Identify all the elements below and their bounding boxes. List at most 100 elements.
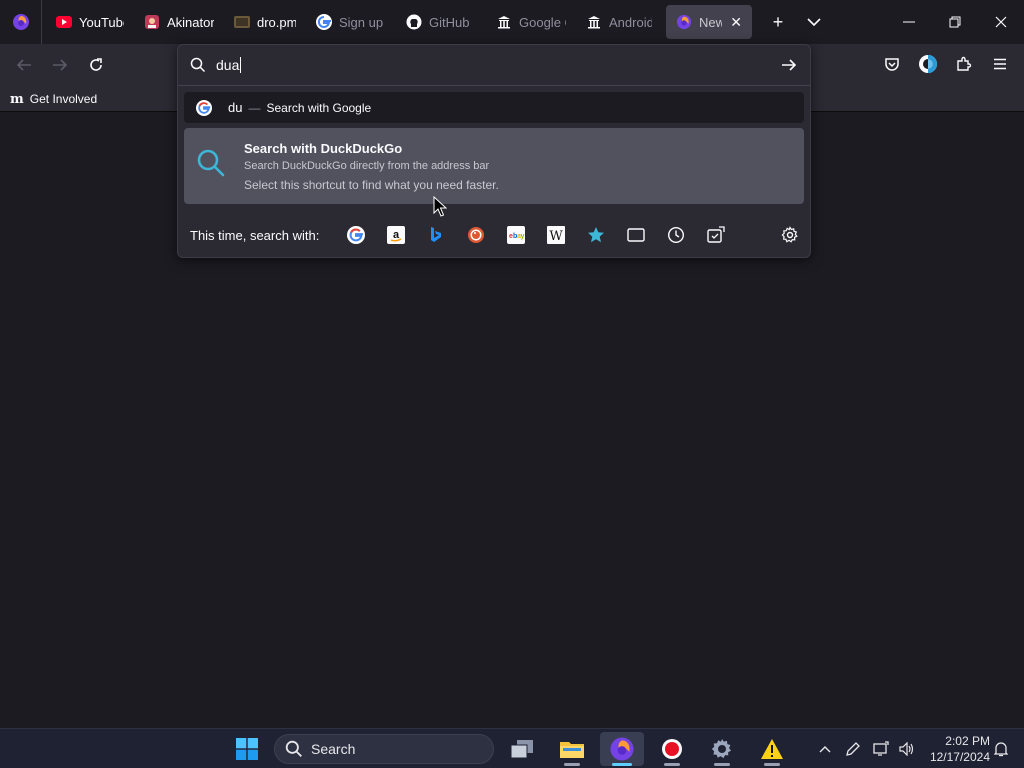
tabs-icon[interactable] [626, 225, 646, 245]
building-icon [496, 14, 512, 30]
list-all-tabs-button[interactable] [796, 5, 832, 39]
google-icon[interactable] [346, 225, 366, 245]
show-hidden-icons-chevron-up-icon[interactable] [816, 741, 834, 757]
minimize-button[interactable] [886, 0, 932, 44]
tab-youtube[interactable]: YouTube [46, 5, 134, 39]
account-button[interactable] [917, 53, 939, 75]
search-settings-gear-icon[interactable] [780, 225, 800, 245]
network-icon[interactable] [872, 741, 890, 757]
system-clock[interactable]: 2:02 PM 12/17/2024 [924, 733, 990, 765]
bing-icon[interactable] [426, 225, 446, 245]
tab-new-tab[interactable]: New T ✕ [666, 5, 752, 39]
one-off-search-engines: This time, search with: a ebay W [178, 218, 810, 252]
duckduckgo-icon[interactable] [466, 225, 486, 245]
suggestion-hint: Select this shortcut to find what you ne… [244, 178, 499, 192]
youtube-icon [56, 14, 72, 30]
google-icon [316, 14, 332, 30]
windows-logo-icon [236, 738, 258, 760]
suggestion-search-duckduckgo[interactable]: Search with DuckDuckGo Search DuckDuckGo… [184, 128, 804, 204]
actions-icon[interactable] [706, 225, 726, 245]
running-indicator [714, 763, 730, 766]
record-icon [662, 739, 682, 759]
tab-dropm[interactable]: dro.pm [224, 5, 306, 39]
tab-sign-up[interactable]: Sign up [306, 5, 396, 39]
tab-android[interactable]: Android [576, 5, 662, 39]
running-indicator [612, 763, 632, 766]
suggestion-subtitle: Search DuckDuckGo directly from the addr… [244, 160, 490, 172]
address-input-row[interactable]: dua [178, 45, 810, 85]
tab-label: Akinator [167, 14, 214, 30]
reload-icon [90, 58, 102, 71]
svg-text:W: W [549, 229, 563, 244]
go-button[interactable] [778, 55, 800, 75]
close-icon [995, 16, 1007, 28]
suggestion-search-google[interactable]: du — Search with Google [184, 92, 804, 123]
taskbar-task-view[interactable] [500, 732, 544, 766]
firefox-icon [12, 14, 29, 30]
running-indicator [564, 763, 580, 766]
svg-text:y: y [521, 233, 525, 240]
akinator-icon [144, 14, 160, 30]
puzzle-icon [957, 56, 972, 71]
tab-label: New T [699, 14, 723, 30]
tab-label: Android [609, 14, 652, 30]
bookmarks-star-icon[interactable] [586, 225, 606, 245]
search-icon [190, 57, 206, 73]
gear-icon [711, 739, 732, 759]
wikipedia-icon[interactable]: W [546, 225, 566, 245]
tab-label: dro.pm [257, 14, 296, 30]
minimize-icon [903, 21, 915, 23]
firefox-view-button[interactable] [0, 0, 42, 44]
pocket-button[interactable] [881, 53, 903, 75]
ebay-icon[interactable]: ebay [506, 225, 526, 245]
firefox-icon [676, 14, 692, 30]
back-button[interactable] [10, 52, 38, 78]
start-button[interactable] [236, 738, 258, 765]
divider [178, 85, 810, 86]
reload-button[interactable] [82, 52, 110, 78]
taskbar-settings[interactable] [700, 732, 744, 766]
new-tab-button[interactable]: + [760, 5, 796, 39]
taskbar-search-box[interactable]: Search [274, 734, 494, 764]
arrow-right-icon [782, 59, 797, 71]
tab-label: Google C [519, 14, 566, 30]
firefox-icon [610, 737, 634, 761]
address-bar-popup: dua du — Search with Google Search with … [177, 44, 811, 258]
suggestion-separator: — [248, 100, 261, 115]
running-indicator [664, 763, 680, 766]
taskbar-recorder[interactable] [650, 732, 694, 766]
restore-button[interactable] [932, 0, 978, 44]
tab-label: YouTube [79, 14, 124, 30]
address-input[interactable]: dua [216, 57, 242, 73]
chevron-down-icon [807, 18, 821, 27]
forward-button[interactable] [46, 52, 74, 78]
close-window-button[interactable] [978, 0, 1024, 44]
suggestion-action: Search with Google [266, 100, 372, 115]
windows-taskbar: Search 2:02 PM 12/17/2024 [0, 728, 1024, 768]
m-logo-icon: m [10, 91, 24, 107]
volume-icon[interactable] [898, 741, 916, 757]
running-indicator [764, 763, 780, 766]
warning-icon [761, 739, 783, 759]
clock-time: 2:02 PM [945, 734, 990, 748]
taskbar-warning-app[interactable] [750, 732, 794, 766]
taskbar-file-explorer[interactable] [550, 732, 594, 766]
history-icon[interactable] [666, 225, 686, 245]
building-icon [586, 14, 602, 30]
notifications-bell-icon[interactable] [992, 741, 1010, 757]
tab-google-c[interactable]: Google C [486, 5, 576, 39]
dropm-icon [234, 14, 250, 30]
close-tab-icon[interactable]: ✕ [730, 14, 742, 31]
bookmark-get-involved[interactable]: m Get Involved [10, 90, 97, 108]
taskbar-firefox[interactable] [600, 732, 644, 766]
bookmark-label: Get Involved [29, 92, 98, 106]
engines-label: This time, search with: [190, 228, 320, 243]
extensions-button[interactable] [953, 53, 975, 75]
tab-github[interactable]: GitHub [396, 5, 486, 39]
menu-button[interactable] [989, 53, 1011, 75]
task-view-icon [510, 740, 533, 759]
tab-akinator[interactable]: Akinator [134, 5, 224, 39]
pen-icon[interactable] [844, 741, 862, 757]
amazon-icon[interactable]: a [386, 225, 406, 245]
hamburger-icon [994, 58, 1006, 70]
